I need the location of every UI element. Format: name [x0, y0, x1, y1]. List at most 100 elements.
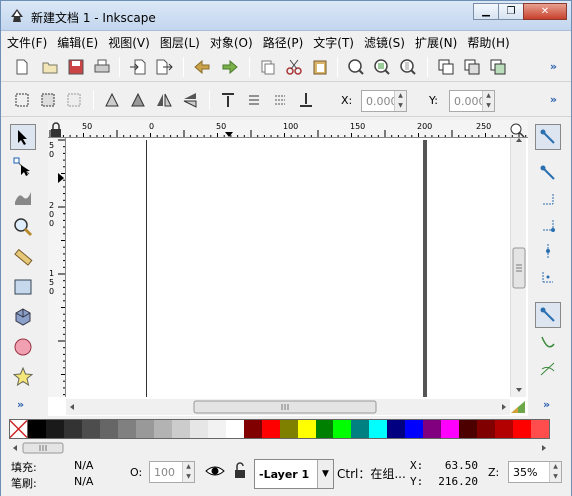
color-swatch[interactable] — [189, 420, 208, 438]
color-swatch[interactable] — [171, 420, 190, 438]
color-swatch[interactable] — [45, 420, 64, 438]
rotate-cw-icon[interactable] — [129, 91, 147, 109]
layer-dropdown-arrow-icon[interactable]: ▼ — [317, 460, 333, 488]
menu-path[interactable]: 路径(P) — [263, 34, 304, 51]
layer-dropdown[interactable]: -Layer 1 ▼ — [254, 459, 334, 489]
color-swatch[interactable] — [405, 420, 424, 438]
toolbox-overflow-button[interactable]: » — [17, 398, 29, 411]
flip-vertical-icon[interactable] — [181, 91, 199, 109]
color-swatch[interactable] — [531, 420, 550, 438]
color-swatch[interactable] — [207, 420, 226, 438]
palette-scrollbar[interactable] — [9, 441, 550, 455]
lower-icon[interactable] — [271, 91, 289, 109]
color-swatch[interactable] — [225, 420, 244, 438]
color-swatch[interactable] — [513, 420, 532, 438]
menu-file[interactable]: 文件(F) — [7, 34, 47, 51]
color-swatch[interactable] — [153, 420, 172, 438]
no-paint-swatch[interactable] — [10, 420, 28, 438]
color-swatch[interactable] — [297, 420, 316, 438]
zoom-correction-icon[interactable] — [509, 122, 525, 138]
color-swatch[interactable] — [351, 420, 370, 438]
snap-toggle-button[interactable] — [535, 124, 561, 150]
snap-bbox-edges-button[interactable] — [535, 186, 561, 212]
color-swatch[interactable] — [117, 420, 136, 438]
color-swatch[interactable] — [369, 420, 388, 438]
menu-layer[interactable]: 图层(L) — [160, 34, 200, 51]
x-input[interactable]: 0.000 ▲ ▼ — [361, 90, 407, 112]
undo-icon[interactable] — [193, 58, 211, 76]
menu-filters[interactable]: 滤镜(S) — [364, 34, 405, 51]
color-swatch[interactable] — [495, 420, 514, 438]
snap-bbox-button[interactable] — [535, 160, 561, 186]
unlock-icon[interactable] — [233, 462, 247, 480]
selector-tool[interactable] — [10, 124, 36, 150]
import-icon[interactable] — [129, 58, 147, 76]
rectangle-tool[interactable] — [10, 274, 36, 300]
copy-icon[interactable] — [259, 58, 277, 76]
zoom-page-icon[interactable] — [399, 58, 417, 76]
color-swatch[interactable] — [243, 420, 262, 438]
tweak-tool[interactable] — [10, 184, 36, 210]
horizontal-scrollbar[interactable] — [66, 399, 510, 415]
zoom-tool[interactable] — [10, 214, 36, 240]
vertical-scrollbar[interactable] — [510, 138, 526, 397]
new-document-icon[interactable] — [13, 58, 31, 76]
star-tool[interactable] — [10, 364, 36, 390]
rotate-ccw-icon[interactable] — [103, 91, 121, 109]
zoom-input[interactable]: 35% ▲ ▼ — [508, 461, 562, 483]
color-swatch[interactable] — [459, 420, 478, 438]
opacity-spin-arrows[interactable]: ▲ ▼ — [182, 462, 194, 482]
snap-bbox-centers-button[interactable] — [535, 264, 561, 290]
snap-intersections-button[interactable] — [535, 356, 561, 382]
select-all-layers-icon[interactable] — [39, 91, 57, 109]
color-swatch[interactable] — [315, 420, 334, 438]
clone-icon[interactable] — [463, 58, 481, 76]
save-icon[interactable] — [67, 58, 85, 76]
menu-view[interactable]: 视图(V) — [108, 34, 150, 51]
x-spin-arrows[interactable]: ▲ ▼ — [394, 91, 406, 111]
print-icon[interactable] — [93, 58, 111, 76]
close-button[interactable]: ✕ — [523, 3, 567, 20]
redo-icon[interactable] — [221, 58, 239, 76]
snap-paths-button[interactable] — [535, 330, 561, 356]
minimize-button[interactable]: ▁ — [473, 3, 499, 20]
zoom-selection-icon[interactable] — [347, 58, 365, 76]
color-swatch[interactable] — [135, 420, 154, 438]
restore-button[interactable]: ❐ — [498, 3, 524, 20]
raise-to-top-icon[interactable] — [219, 91, 237, 109]
flip-horizontal-icon[interactable] — [155, 91, 173, 109]
menu-edit[interactable]: 编辑(E) — [57, 34, 98, 51]
raise-icon[interactable] — [245, 91, 263, 109]
3d-box-tool[interactable] — [10, 304, 36, 330]
color-swatch[interactable] — [387, 420, 406, 438]
color-swatch[interactable] — [261, 420, 280, 438]
paste-icon[interactable] — [311, 58, 329, 76]
toolbar-overflow-button[interactable]: » — [550, 60, 557, 73]
snap-nodes-button[interactable] — [535, 302, 561, 328]
y-spin-arrows[interactable]: ▲ ▼ — [482, 91, 494, 111]
zoom-drawing-icon[interactable] — [373, 58, 391, 76]
zoom-spin-arrows[interactable]: ▲ ▼ — [549, 462, 561, 482]
snap-bbox-midpoints-button[interactable] — [535, 238, 561, 264]
export-icon[interactable] — [155, 58, 173, 76]
color-swatch[interactable] — [28, 420, 46, 438]
color-swatch[interactable] — [81, 420, 100, 438]
controls-overflow-button[interactable]: » — [550, 93, 557, 106]
duplicate-icon[interactable] — [437, 58, 455, 76]
color-swatch[interactable] — [279, 420, 298, 438]
unlink-clone-icon[interactable] — [489, 58, 507, 76]
color-swatch[interactable] — [333, 420, 352, 438]
opacity-input[interactable]: 100 ▲ ▼ — [149, 461, 195, 483]
color-swatch[interactable] — [99, 420, 118, 438]
open-folder-icon[interactable] — [41, 58, 59, 76]
cut-icon[interactable] — [285, 58, 303, 76]
color-management-icon[interactable] — [510, 400, 526, 414]
menu-object[interactable]: 对象(O) — [210, 34, 253, 51]
ellipse-tool[interactable] — [10, 334, 36, 360]
color-swatch[interactable] — [423, 420, 442, 438]
y-input[interactable]: 0.000 ▲ ▼ — [449, 90, 495, 112]
measure-tool[interactable] — [10, 244, 36, 270]
menu-extensions[interactable]: 扩展(N) — [415, 34, 457, 51]
snap-bbox-corners-button[interactable] — [535, 212, 561, 238]
deselect-icon[interactable] — [65, 91, 83, 109]
